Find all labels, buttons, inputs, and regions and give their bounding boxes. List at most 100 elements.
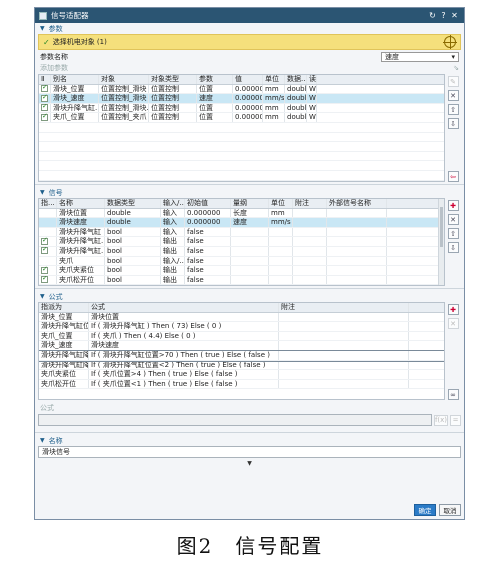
- header-cell[interactable]: 对象类型: [149, 75, 197, 84]
- name-input[interactable]: 滑块信号: [38, 446, 461, 458]
- row-checkbox[interactable]: [39, 256, 57, 266]
- help-icon[interactable]: ?: [438, 11, 449, 20]
- select-object-row[interactable]: ✓ 选择机电对象 (1): [38, 34, 461, 50]
- table-cell: bool: [105, 256, 161, 266]
- link-icon[interactable]: ∞: [447, 389, 459, 400]
- delete-icon[interactable]: ✕: [447, 90, 459, 101]
- collapse-icon[interactable]: ▼: [40, 437, 45, 444]
- add-signal-icon[interactable]: ✚: [447, 200, 459, 211]
- table-cell: bool: [105, 227, 161, 237]
- edit-icon[interactable]: ✎: [447, 76, 459, 87]
- header-cell[interactable]: 参数: [197, 75, 233, 84]
- formula-input[interactable]: [38, 414, 432, 426]
- table-row[interactable]: 滑块_位置位置控制_滑块位置控制位置0.000000mmdoubleW: [39, 84, 444, 95]
- cancel-button[interactable]: 取消: [439, 504, 461, 516]
- move-up-icon[interactable]: ⇧: [447, 228, 459, 239]
- collapse-icon[interactable]: ▼: [40, 293, 45, 300]
- row-checkbox[interactable]: [39, 103, 51, 113]
- table-row[interactable]: 夹爪_位置位置控制_夹爪位置控制位置0.000000mmdoubleW: [39, 113, 444, 123]
- row-checkbox[interactable]: [39, 84, 51, 94]
- collapse-icon[interactable]: ▼: [40, 189, 45, 196]
- header-cell[interactable]: 输入/...: [161, 199, 185, 208]
- row-checkbox[interactable]: [39, 218, 57, 227]
- table-row[interactable]: 夹爪松开位 If ( 夹爪位置<1 ) Then ( true ) Else ( …: [39, 379, 444, 390]
- scroll-thumb[interactable]: [440, 207, 443, 247]
- formula-section-header[interactable]: ▼ 公式: [35, 291, 464, 302]
- table-row[interactable]: 滑块升降气缸...位置控制_滑块...位置控制位置0.000000mmdoubl…: [39, 103, 444, 114]
- params-section-header[interactable]: ▼ 参数: [35, 23, 464, 34]
- header-cell[interactable]: 值: [233, 75, 263, 84]
- header-cell[interactable]: 对象: [99, 75, 149, 84]
- table-row[interactable]: 夹爪 bool 输入/... false: [39, 256, 438, 267]
- table-row[interactable]: 滑块升降气缸降...If ( 滑块升降气缸位置<2 ) Then ( true …: [39, 360, 444, 371]
- title-bar: 信号适配器 ↻ ? ✕: [35, 8, 464, 23]
- reset-icon[interactable]: ↻: [427, 11, 438, 20]
- header-cell[interactable]: 附注: [293, 199, 327, 208]
- header-cell[interactable]: 单位: [269, 199, 293, 208]
- add-formula-icon[interactable]: ✚: [447, 304, 459, 315]
- table-row[interactable]: 滑块升降气缸位...If ( 滑块升降气缸 ) Then ( 73) Else …: [39, 322, 444, 332]
- header-cell[interactable]: 单位: [263, 75, 285, 84]
- row-checkbox[interactable]: [39, 237, 57, 246]
- signals-section-header[interactable]: ▼ 信号: [35, 187, 464, 198]
- table-row[interactable]: 滑块位置 double 输入 0.000000 长度 mm: [39, 208, 438, 219]
- table-row[interactable]: 滑块速度 double 输入 0.000000 速度 mm/s: [39, 218, 438, 228]
- delete-icon[interactable]: ✕: [447, 318, 459, 329]
- header-cell[interactable]: 数据...: [285, 75, 307, 84]
- move-up-icon[interactable]: ⇧: [447, 104, 459, 115]
- header-cell[interactable]: 附注: [279, 303, 409, 312]
- table-row[interactable]: 滑块升降气缸降...If ( 滑块升降气缸位置>70 ) Then ( true…: [39, 350, 444, 362]
- add-param-icon[interactable]: ⇘: [453, 63, 459, 74]
- table-cell: [279, 370, 409, 379]
- table-cell: 夹爪: [57, 256, 105, 266]
- row-checkbox[interactable]: [39, 246, 57, 256]
- header-cell[interactable]: 公式: [89, 303, 279, 312]
- table-cell: [327, 218, 387, 227]
- table-cell: 夹爪夹紧位: [57, 266, 105, 275]
- header-cell[interactable]: 别名: [51, 75, 99, 84]
- app-icon: [39, 11, 47, 20]
- header-cell[interactable]: 指...: [39, 199, 57, 208]
- table-row[interactable]: 夹爪夹紧位bool输出false: [39, 266, 438, 276]
- header-cell[interactable]: 量纲: [231, 199, 269, 208]
- signals-scrollbar[interactable]: [438, 199, 444, 285]
- row-checkbox[interactable]: [39, 94, 51, 103]
- table-row[interactable]: 夹爪松开位bool输出false: [39, 275, 438, 285]
- row-checkbox[interactable]: [39, 275, 57, 285]
- ok-button[interactable]: 确定: [414, 504, 436, 516]
- move-down-icon[interactable]: ⇩: [447, 118, 459, 129]
- table-row[interactable]: 夹爪_位置 If ( 夹爪 ) Then ( 4.4) Else ( 0 ): [39, 331, 444, 342]
- header-cell[interactable]: 名称: [57, 199, 105, 208]
- table-row[interactable]: 夹爪夹紧位 If ( 夹爪位置>4 ) Then ( true ) Else ( …: [39, 370, 444, 380]
- row-checkbox[interactable]: [39, 113, 51, 122]
- table-row[interactable]: 滑块升降气缸 bool 输入 false: [39, 227, 438, 238]
- function-icon[interactable]: f(x): [434, 414, 448, 426]
- collapse-icon[interactable]: ▼: [40, 25, 45, 32]
- close-icon[interactable]: ✕: [449, 11, 460, 20]
- header-cell[interactable]: 数据类型: [105, 199, 161, 208]
- delete-icon[interactable]: ✕: [447, 214, 459, 225]
- header-cell[interactable]: 指派为: [39, 303, 89, 312]
- row-checkbox[interactable]: [39, 266, 57, 275]
- name-section-header[interactable]: ▼ 名称: [35, 435, 464, 446]
- crosshair-icon[interactable]: [443, 35, 457, 49]
- table-row[interactable]: 滑块_速度 滑块速度: [39, 341, 444, 351]
- expand-more-icon[interactable]: ▼: [35, 460, 464, 467]
- header-cell[interactable]: 外部信号名称: [327, 199, 387, 208]
- param-name-dropdown[interactable]: 速度 ▾: [381, 51, 459, 62]
- import-icon[interactable]: ⇦: [447, 171, 459, 182]
- formula-table: 指派为 公式 附注 滑块_位置滑块位置滑块升降气缸位...If ( 滑块升降气缸…: [38, 302, 445, 400]
- table-row[interactable]: 滑块_速度位置控制_滑块位置控制速度0.000000mm/sdoubleW: [39, 94, 444, 104]
- table-cell: double: [287, 113, 307, 122]
- table-cell: false: [185, 266, 231, 275]
- table-row[interactable]: 滑块升降气缸...bool输出false: [39, 246, 438, 257]
- equals-icon[interactable]: =: [450, 414, 461, 426]
- header-cell[interactable]: 读: [307, 75, 317, 84]
- table-row[interactable]: 滑块_位置 滑块位置: [39, 312, 444, 323]
- row-checkbox[interactable]: [39, 227, 57, 237]
- move-down-icon[interactable]: ⇩: [447, 242, 459, 253]
- row-checkbox[interactable]: [39, 208, 57, 218]
- table-cell: mm: [263, 113, 285, 122]
- table-row[interactable]: 滑块升降气缸...bool输出false: [39, 237, 438, 247]
- header-cell[interactable]: 初始值: [185, 199, 231, 208]
